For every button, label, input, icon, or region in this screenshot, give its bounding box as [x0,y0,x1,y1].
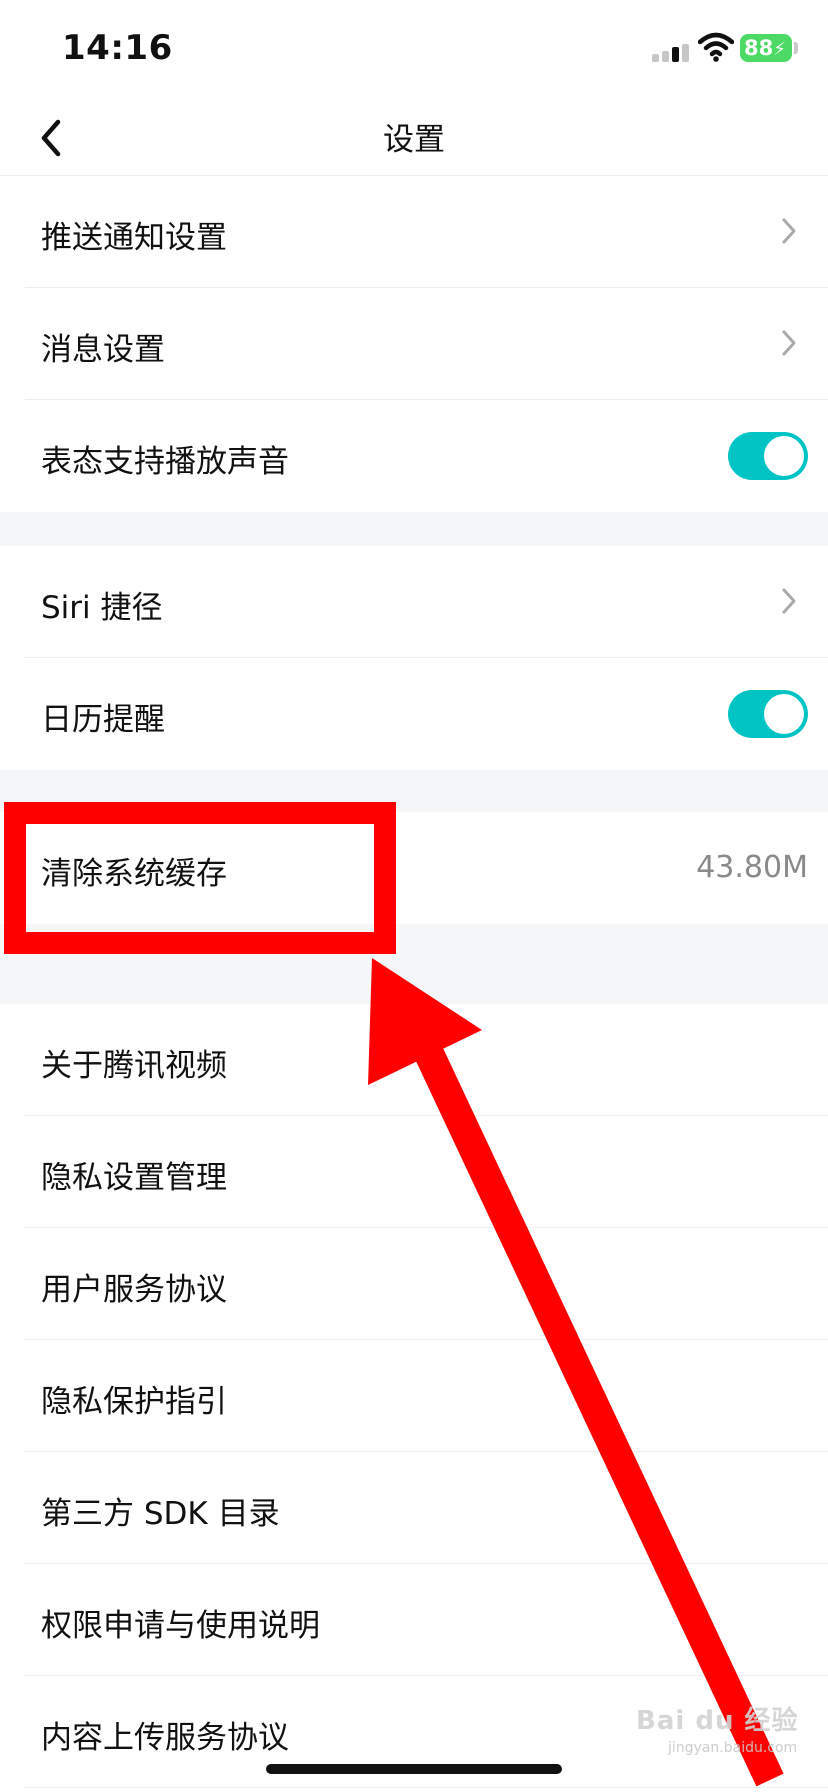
settings-row-user-agreement[interactable]: 用户服务协议 [25,1228,828,1340]
calendar-toggle[interactable] [728,690,808,738]
settings-row-label: 隐私设置管理 [41,1160,227,1196]
chevron-right-icon [782,330,796,356]
settings-row-about[interactable]: 关于腾讯视频 [25,1004,828,1116]
nav-bar: 设置 [0,100,828,176]
watermark-logo: Bai du 经验 [636,1706,799,1736]
settings-row-label: 隐私保护指引 [41,1384,227,1420]
page-title: 设置 [383,122,445,158]
settings-row-privacy-settings[interactable]: 隐私设置管理 [25,1116,828,1228]
sound-toggle[interactable] [728,432,808,480]
cache-size-value: 43.80M [696,850,808,885]
settings-screen: 14:16 88⚡ 设置 推送通知设置 消息设置 表态支持播放声音 Siri 捷… [0,0,828,1792]
chevron-right-icon [782,218,796,244]
settings-row-sdk-list[interactable]: 第三方 SDK 目录 [25,1452,828,1564]
toggle-knob [764,436,804,476]
watermark-url: jingyan.baidu.com [668,1740,798,1756]
home-indicator [266,1764,562,1774]
settings-row-sound: 表态支持播放声音 [25,400,828,512]
section-gap [0,512,828,546]
battery-indicator: 88⚡ [740,34,792,62]
settings-row-push[interactable]: 推送通知设置 [25,176,828,288]
battery-cap [794,42,798,54]
cellular-signal-icon [652,44,689,62]
settings-row-permissions[interactable]: 权限申请与使用说明 [25,1564,828,1676]
wifi-icon [698,32,734,62]
settings-row-label: 用户服务协议 [41,1272,227,1308]
settings-row-message[interactable]: 消息设置 [25,288,828,400]
settings-row-label: 消息设置 [41,332,165,368]
settings-row-label: 关于腾讯视频 [41,1048,227,1084]
chevron-right-icon [782,588,796,614]
settings-row-label: 权限申请与使用说明 [41,1608,320,1644]
settings-row-label: 日历提醒 [41,702,165,738]
settings-row-label: 内容上传服务协议 [41,1720,289,1756]
charging-bolt-icon: ⚡ [773,39,786,60]
battery-level: 88 [744,36,774,60]
settings-row-label: 表态支持播放声音 [41,444,289,480]
settings-row-privacy-guide[interactable]: 隐私保护指引 [25,1340,828,1452]
group-shortcuts: Siri 捷径 日历提醒 [0,546,828,770]
group-about: 关于腾讯视频 隐私设置管理 用户服务协议 隐私保护指引 第三方 SDK 目录 权… [0,1004,828,1788]
settings-row-label: 第三方 SDK 目录 [41,1496,280,1532]
status-time: 14:16 [62,28,173,68]
settings-row-siri[interactable]: Siri 捷径 [25,546,828,658]
status-bar: 14:16 88⚡ [0,0,828,100]
settings-row-label: 推送通知设置 [41,220,227,256]
settings-row-calendar: 日历提醒 [25,658,828,770]
toggle-knob [764,694,804,734]
group-notifications: 推送通知设置 消息设置 表态支持播放声音 [0,176,828,512]
settings-row-label: Siri 捷径 [41,590,163,626]
annotation-highlight-box [4,802,396,954]
